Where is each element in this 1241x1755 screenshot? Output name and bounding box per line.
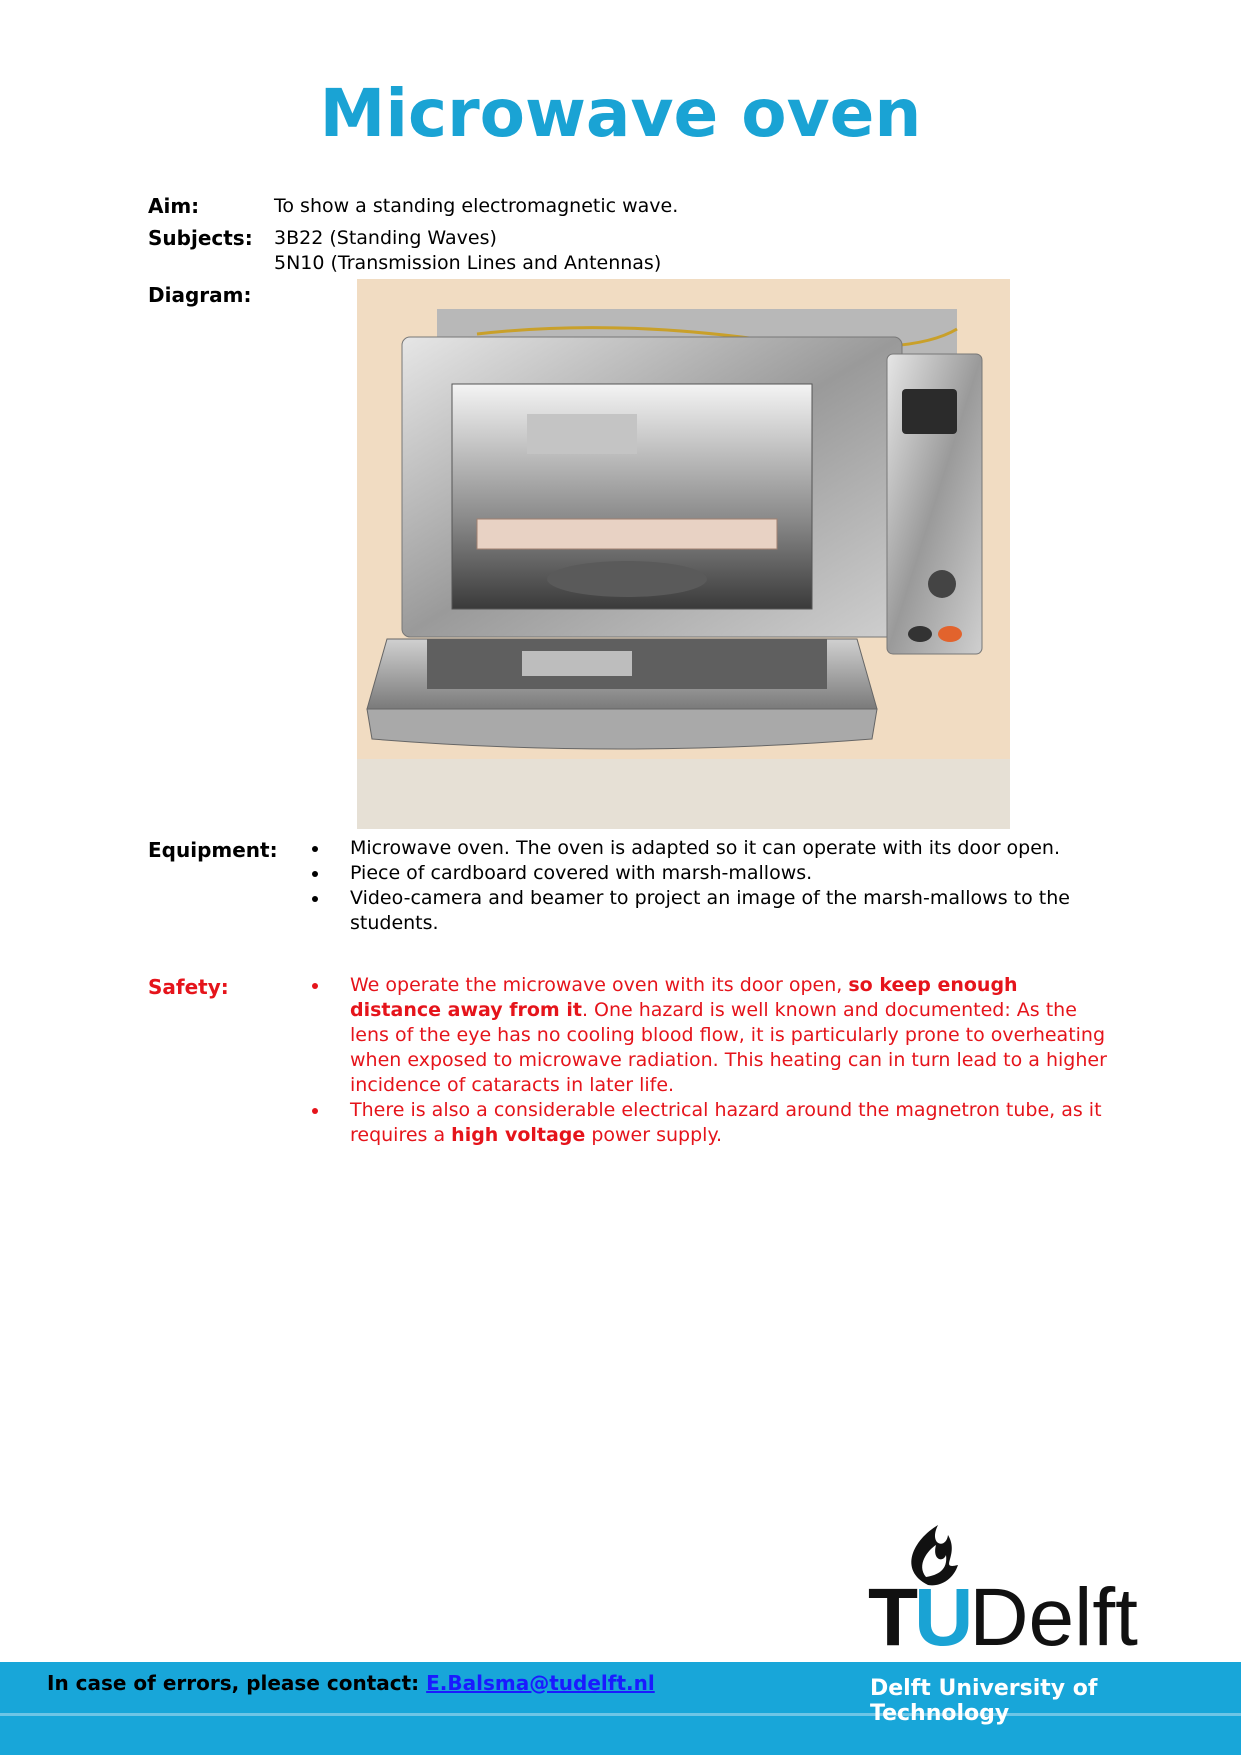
logo-u: U: [914, 1572, 973, 1663]
subject-item: 5N10 (Transmission Lines and Antennas): [274, 252, 662, 274]
subject-item: 3B22 (Standing Waves): [274, 227, 497, 249]
aim-value: To show a standing electromagnetic wave.: [274, 195, 679, 217]
bullet-icon: [312, 896, 318, 902]
tudelft-logo: TUDelft: [868, 1515, 1208, 1659]
equipment-list: Microwave oven. The oven is adapted so i…: [312, 836, 1102, 936]
footer-contact: In case of errors, please contact: E.Bal…: [47, 1671, 655, 1695]
diagram-label: Diagram:: [148, 283, 252, 307]
university-name: Delft University of Technology: [870, 1676, 1098, 1726]
aim-label: Aim:: [148, 194, 200, 218]
bullet-icon: [312, 983, 318, 989]
bullet-icon: [312, 1108, 318, 1114]
list-item: Microwave oven. The oven is adapted so i…: [312, 836, 1102, 861]
list-item: Piece of cardboard covered with marsh-ma…: [312, 861, 1102, 886]
bullet-icon: [312, 846, 318, 852]
equipment-label: Equipment:: [148, 838, 278, 862]
logo-t: T: [868, 1572, 918, 1663]
page-title: Microwave oven: [319, 75, 922, 152]
safety-label: Safety:: [148, 975, 229, 999]
logo-delft: Delft: [969, 1572, 1138, 1663]
contact-email-link[interactable]: E.Balsma@tudelft.nl: [426, 1671, 655, 1695]
bullet-icon: [312, 871, 318, 877]
safety-list: We operate the microwave oven with its d…: [312, 973, 1112, 1148]
safety-item: There is also a considerable electrical …: [312, 1098, 1112, 1148]
subjects-label: Subjects:: [148, 226, 253, 250]
list-item: Video-camera and beamer to project an im…: [312, 886, 1080, 936]
safety-item: We operate the microwave oven with its d…: [312, 973, 1112, 1098]
microwave-oven-photo: [357, 279, 1010, 829]
